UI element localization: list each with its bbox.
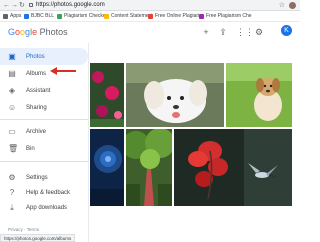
photo-thumbnail-tree-path[interactable] bbox=[126, 129, 172, 206]
bookmark-star-icon[interactable]: ☆ bbox=[279, 1, 285, 10]
sidebar-item-label: Albums bbox=[26, 70, 47, 77]
reload-icon[interactable]: ↻ bbox=[19, 1, 25, 10]
sidebar-item-label: Sharing bbox=[26, 104, 47, 111]
sidebar-item-assistant[interactable]: ◈ Assistant bbox=[0, 82, 88, 99]
sidebar-item-label: App downloads bbox=[26, 204, 68, 211]
sidebar-item-label: Bin bbox=[26, 145, 35, 152]
sidebar-item-photos[interactable]: ▣ Photos bbox=[0, 48, 88, 65]
sidebar-item-albums[interactable]: ▤ Albums bbox=[0, 65, 88, 82]
favicon-icon bbox=[104, 14, 109, 19]
bookmark-label: BJBC BLL bbox=[31, 13, 55, 19]
bookmark-item[interactable]: Plagiarism Checker bbox=[57, 12, 107, 21]
sidebar-item-sharing[interactable]: ☺ Sharing bbox=[0, 99, 88, 116]
favicon-icon bbox=[24, 14, 29, 19]
favicon-icon bbox=[199, 14, 204, 19]
lock-icon bbox=[29, 3, 33, 7]
bookmark-apps[interactable]: Apps bbox=[3, 12, 21, 21]
favicon-icon bbox=[148, 14, 153, 19]
status-bar-url: https://photos.google.com/albums bbox=[0, 234, 76, 242]
help-icon: ? bbox=[9, 187, 15, 197]
apps-grid-icon[interactable]: ⋮⋮ bbox=[236, 26, 254, 38]
back-icon[interactable]: ← bbox=[3, 1, 10, 10]
app-header: Google Photos + ⇪ ⋮⋮ ⚙ bbox=[0, 22, 300, 43]
sidebar-divider bbox=[0, 161, 88, 162]
annotation-arrow-shaft bbox=[56, 70, 76, 72]
photo-thumbnail-white-puppy[interactable] bbox=[126, 63, 224, 127]
archive-icon: ▭ bbox=[8, 126, 16, 136]
photo-thumbnail-flowers[interactable] bbox=[90, 63, 124, 127]
sidebar-item-archive[interactable]: ▭ Archive bbox=[0, 123, 88, 140]
forward-icon[interactable]: → bbox=[11, 1, 18, 10]
bookmark-item[interactable]: Content Statement bbox=[104, 12, 153, 21]
bin-icon: 🗑 bbox=[8, 143, 19, 153]
bookmark-label: Apps bbox=[10, 13, 22, 19]
google-photos-logo[interactable]: Google Photos bbox=[8, 25, 68, 39]
sidebar-item-bin[interactable]: 🗑 Bin bbox=[0, 140, 88, 157]
sidebar-item-label: Archive bbox=[26, 128, 47, 135]
sidebar-item-label: Help & feedback bbox=[26, 189, 71, 196]
browser-address-bar: ← → ↻ https://photos.google.com ☆ bbox=[0, 0, 300, 11]
sidebar-footer: Privacy · Terms bbox=[8, 227, 39, 232]
sidebar-item-label: Assistant bbox=[26, 87, 51, 94]
sidebar-item-app-downloads[interactable]: ⤓ App downloads bbox=[0, 199, 88, 216]
gear-icon: ⚙ bbox=[8, 172, 16, 182]
photo-thumbnail-blue-flower[interactable] bbox=[90, 129, 124, 206]
annotation-arrow-head bbox=[50, 67, 57, 75]
url-field[interactable]: https://photos.google.com bbox=[36, 1, 105, 10]
apps-grid-icon bbox=[3, 14, 8, 19]
account-avatar[interactable]: K bbox=[281, 25, 292, 36]
bookmark-item[interactable]: Free Online Plagiaris bbox=[148, 12, 202, 21]
bookmark-label: Free Online Plagiaris bbox=[155, 13, 202, 19]
sidebar: ▣ Photos ▤ Albums ◈ Assistant ☺ Sharing … bbox=[0, 43, 89, 242]
logo-photos-text: Photos bbox=[39, 27, 68, 37]
upload-icon[interactable]: ⇪ bbox=[218, 26, 228, 38]
privacy-link[interactable]: Privacy bbox=[8, 227, 23, 232]
photo-thumbnail-hummingbird[interactable] bbox=[174, 129, 292, 206]
bookmark-label: Free Plagiarism Che bbox=[206, 13, 252, 19]
sidebar-item-label: Settings bbox=[26, 174, 48, 181]
bookmark-item[interactable]: BJBC BLL bbox=[24, 12, 54, 21]
assistant-icon: ◈ bbox=[8, 85, 16, 95]
photo-thumbnail-puppy-grass[interactable] bbox=[226, 63, 292, 127]
bookmarks-bar: Apps BJBC BLL Plagiarism Checker Content… bbox=[0, 11, 300, 22]
bookmark-item[interactable]: Free Plagiarism Che bbox=[199, 12, 252, 21]
album-icon: ▤ bbox=[8, 68, 16, 78]
bookmark-label: Plagiarism Checker bbox=[64, 13, 108, 19]
photo-icon: ▣ bbox=[8, 51, 16, 61]
download-icon: ⤓ bbox=[10, 202, 14, 212]
favicon-icon bbox=[57, 14, 62, 19]
terms-link[interactable]: Terms bbox=[27, 227, 39, 232]
bookmark-label: Content Statement bbox=[111, 13, 153, 19]
sidebar-item-label: Photos bbox=[26, 53, 45, 60]
settings-icon[interactable]: ⚙ bbox=[254, 26, 264, 38]
browser-profile-avatar[interactable] bbox=[289, 2, 296, 9]
sidebar-divider bbox=[0, 119, 88, 120]
sharing-icon: ☺ bbox=[8, 102, 17, 112]
plus-icon[interactable]: + bbox=[201, 26, 211, 38]
logo-google-text: Google bbox=[8, 27, 38, 37]
footer-separator: · bbox=[24, 227, 26, 232]
